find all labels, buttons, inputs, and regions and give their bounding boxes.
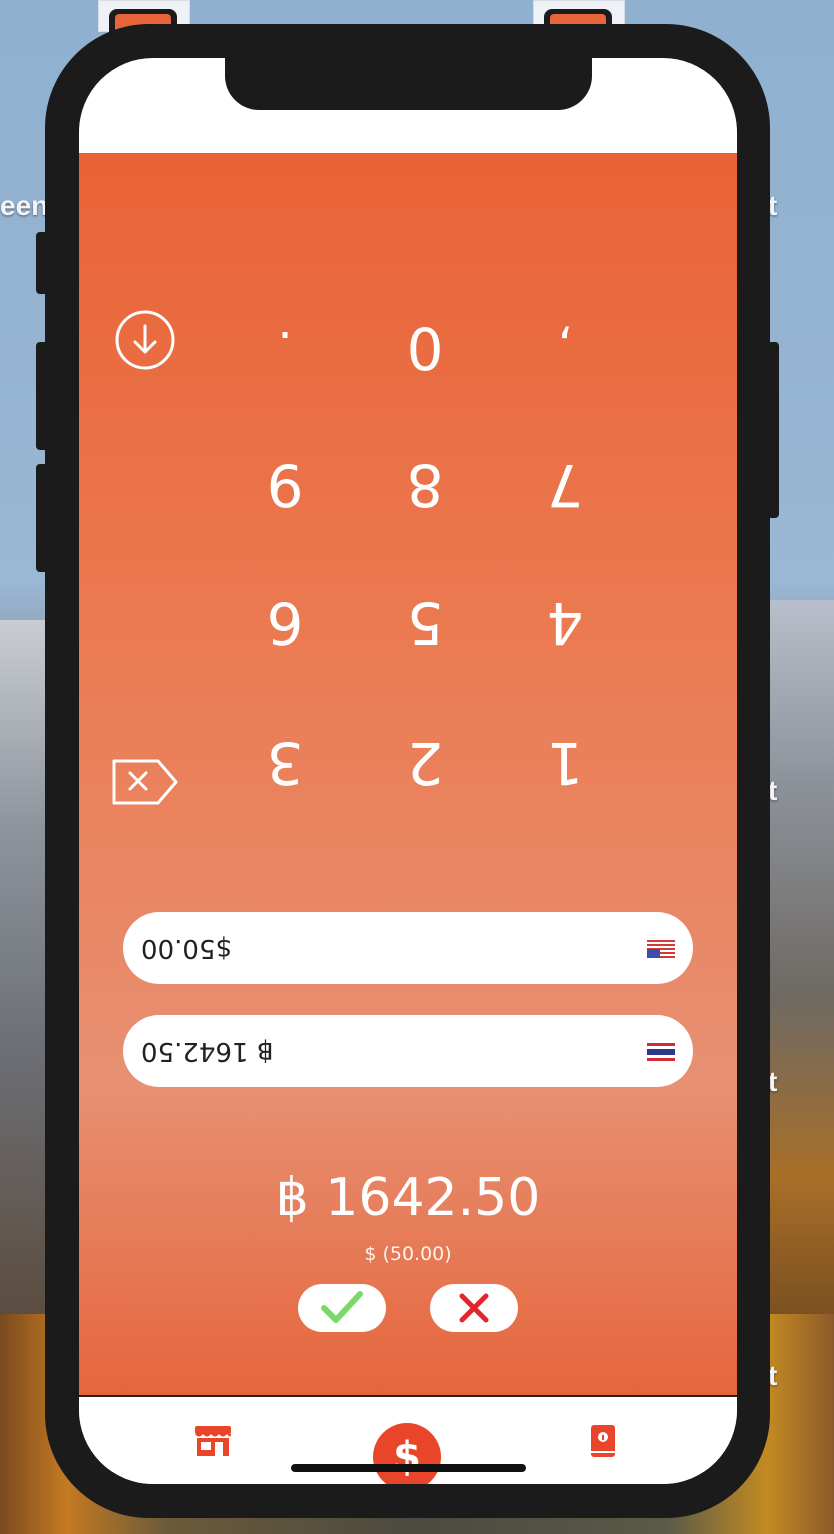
silent-switch bbox=[36, 232, 48, 294]
source-amount: $ (50.00) bbox=[364, 1243, 452, 1265]
tab-bar: $ bbox=[79, 1395, 737, 1484]
converted-amount: ฿ 1642.50 bbox=[275, 1168, 541, 1228]
desktop-wallpaper-right bbox=[764, 600, 834, 1320]
desktop-label: een bbox=[0, 190, 49, 221]
key-decimal[interactable]: . bbox=[240, 303, 330, 393]
store-icon[interactable] bbox=[189, 1417, 237, 1465]
converter-panel: . 0 , 9 8 7 6 5 4 3 2 1 $50.00 ฿ 1642.50… bbox=[79, 153, 737, 1395]
thb-amount-value: ฿ 1642.50 bbox=[141, 1036, 274, 1066]
key-5[interactable]: 5 bbox=[380, 578, 470, 668]
key-7[interactable]: 7 bbox=[520, 440, 610, 530]
dollar-icon[interactable]: $ bbox=[373, 1423, 441, 1484]
close-icon bbox=[459, 1293, 489, 1323]
usd-amount-value: $50.00 bbox=[141, 933, 232, 963]
key-9[interactable]: 9 bbox=[240, 440, 330, 530]
backspace-icon[interactable] bbox=[107, 753, 181, 811]
key-1[interactable]: 1 bbox=[520, 718, 610, 808]
key-comma[interactable]: , bbox=[520, 303, 610, 393]
key-0[interactable]: 0 bbox=[380, 303, 470, 393]
key-2[interactable]: 2 bbox=[380, 718, 470, 808]
volume-down-button bbox=[36, 464, 48, 572]
usd-amount-field[interactable]: $50.00 bbox=[123, 912, 693, 984]
thai-flag-icon bbox=[647, 1043, 675, 1061]
key-3[interactable]: 3 bbox=[240, 718, 330, 808]
key-6[interactable]: 6 bbox=[240, 578, 330, 668]
cancel-button[interactable] bbox=[430, 1284, 518, 1332]
info-book-icon[interactable] bbox=[579, 1417, 627, 1465]
phone-screen: . 0 , 9 8 7 6 5 4 3 2 1 $50.00 ฿ 1642.50… bbox=[79, 58, 737, 1484]
key-8[interactable]: 8 bbox=[380, 440, 470, 530]
arrow-down-circle-icon[interactable] bbox=[113, 308, 177, 372]
confirm-button[interactable] bbox=[298, 1284, 386, 1332]
us-flag-icon bbox=[647, 940, 675, 958]
volume-up-button bbox=[36, 342, 48, 450]
checkmark-icon bbox=[321, 1291, 363, 1323]
phone-frame: . 0 , 9 8 7 6 5 4 3 2 1 $50.00 ฿ 1642.50… bbox=[36, 24, 779, 1518]
key-4[interactable]: 4 bbox=[520, 578, 610, 668]
home-indicator[interactable] bbox=[291, 1464, 526, 1472]
power-button bbox=[767, 342, 779, 518]
notch bbox=[225, 58, 592, 110]
thb-amount-field[interactable]: ฿ 1642.50 bbox=[123, 1015, 693, 1087]
